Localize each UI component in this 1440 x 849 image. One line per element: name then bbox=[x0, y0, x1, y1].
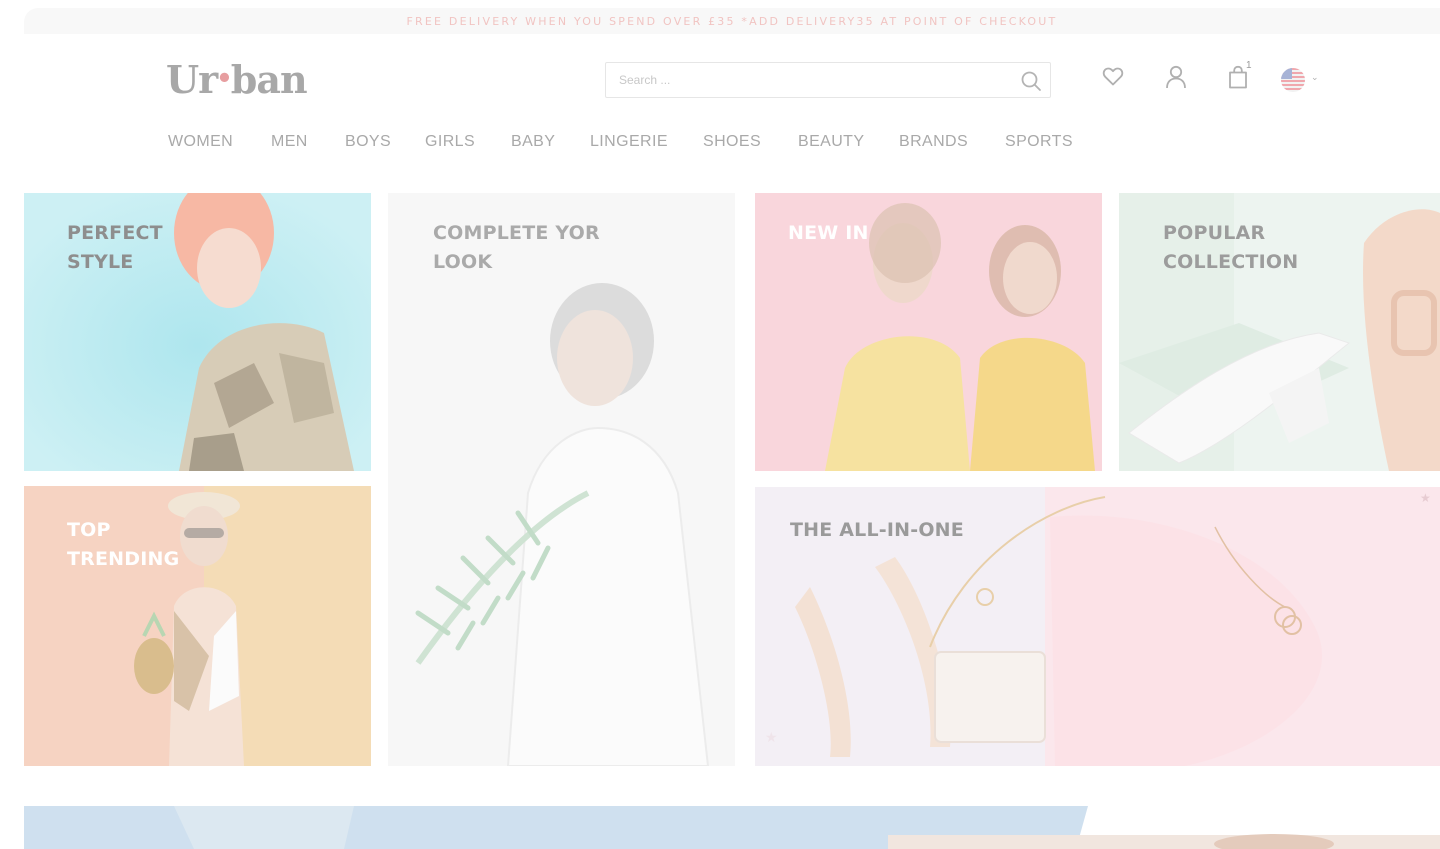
nav-item-women[interactable]: WOMEN bbox=[168, 133, 233, 151]
nav-item-girls[interactable]: GIRLS bbox=[425, 133, 475, 151]
promo-bar: FREE DELIVERY WHEN YOU SPEND OVER £35 *A… bbox=[24, 8, 1440, 34]
search-input[interactable] bbox=[606, 63, 1006, 97]
promo-tile-all-in-one[interactable]: ★ ★ THE ALL-IN-ONE bbox=[755, 487, 1440, 766]
logo-dot: • bbox=[216, 64, 233, 94]
promo-tile-perfect-style[interactable]: PERFECT STYLE bbox=[24, 193, 371, 471]
logo[interactable]: Ur•ban bbox=[166, 57, 308, 102]
heart-icon[interactable] bbox=[1101, 64, 1125, 93]
tile-label: TOP TRENDING bbox=[67, 519, 180, 570]
svg-text:★: ★ bbox=[765, 730, 778, 746]
logo-text-end: ban bbox=[230, 57, 308, 102]
hero-banner[interactable] bbox=[24, 806, 1440, 849]
hero-banner-image bbox=[24, 806, 1440, 849]
nav-item-shoes[interactable]: SHOES bbox=[703, 133, 761, 151]
search-icon[interactable] bbox=[1020, 70, 1042, 92]
nav-item-boys[interactable]: BOYS bbox=[345, 133, 391, 151]
promo-text: FREE DELIVERY WHEN YOU SPEND OVER £35 *A… bbox=[406, 14, 1058, 28]
chevron-down-icon[interactable]: ⌄ bbox=[1311, 72, 1319, 83]
tile-label: PERFECT STYLE bbox=[67, 222, 163, 273]
tile-label: NEW IN bbox=[788, 222, 869, 244]
nav-item-brands[interactable]: BRANDS bbox=[899, 133, 968, 151]
promo-tile-new-in[interactable]: NEW IN bbox=[755, 193, 1102, 471]
tile-label: THE ALL-IN-ONE bbox=[790, 519, 964, 541]
nav-item-beauty[interactable]: BEAUTY bbox=[798, 133, 864, 151]
search-box bbox=[605, 62, 1051, 98]
nav-item-baby[interactable]: BABY bbox=[511, 133, 555, 151]
nav-item-lingerie[interactable]: LINGERIE bbox=[590, 133, 668, 151]
tile-label: POPULAR COLLECTION bbox=[1163, 222, 1299, 273]
user-icon[interactable] bbox=[1164, 64, 1188, 95]
us-flag-icon[interactable] bbox=[1280, 67, 1306, 98]
svg-text:★: ★ bbox=[1420, 491, 1431, 505]
cart-count-badge: 1 bbox=[1246, 60, 1252, 71]
complete-look-image bbox=[388, 193, 735, 766]
promo-tile-popular-collection[interactable]: POPULAR COLLECTION bbox=[1119, 193, 1440, 471]
tile-label: COMPLETE YOR LOOK bbox=[433, 222, 600, 273]
nav-item-men[interactable]: MEN bbox=[271, 133, 308, 151]
promo-tile-complete-look[interactable]: COMPLETE YOR LOOK bbox=[388, 193, 735, 766]
nav-item-sports[interactable]: SPORTS bbox=[1005, 133, 1073, 151]
promo-tile-top-trending[interactable]: TOP TRENDING bbox=[24, 486, 371, 766]
logo-text-start: Ur bbox=[166, 57, 218, 102]
